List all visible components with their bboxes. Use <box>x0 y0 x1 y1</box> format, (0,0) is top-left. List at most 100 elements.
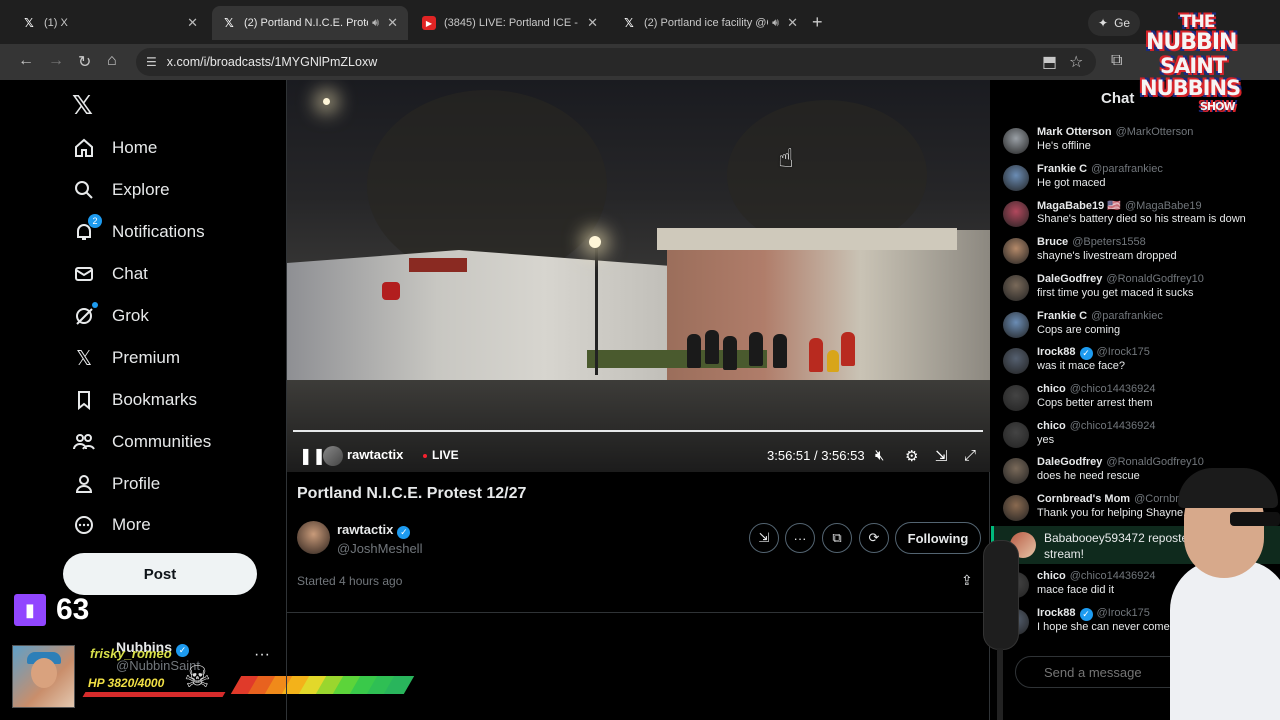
chat-avatar[interactable] <box>1003 495 1029 521</box>
chat-avatar[interactable] <box>1003 421 1029 448</box>
close-tab-icon[interactable]: ✕ <box>187 15 198 31</box>
show-logo: THE NUBBIN SAINT NUBBINS SHOW <box>1140 12 1241 113</box>
account-more-icon[interactable]: ··· <box>254 646 270 664</box>
browser-tab-3[interactable]: ▶ (3845) LIVE: Portland ICE - Dece ✕ <box>412 6 608 40</box>
video-controls: ❚❚ rawtactix LIVE 3:56:51 / 3:56:53 🔇︎ ⚙… <box>287 438 990 472</box>
bookmark-icon <box>72 388 96 412</box>
notification-badge: 2 <box>88 214 102 228</box>
pause-icon[interactable]: ❚❚ <box>299 446 326 466</box>
sidebar-item-label: More <box>112 515 151 534</box>
host-name[interactable]: rawtactix ✓ <box>337 522 411 539</box>
overlay-streamer-name: frisky_romeo <box>90 646 172 661</box>
sidebar-item-label: Explore <box>112 180 170 199</box>
new-tab-button[interactable]: + <box>812 12 823 33</box>
x-icon: 𝕏 <box>624 16 634 30</box>
broadcaster-avatar[interactable] <box>323 446 343 466</box>
sidebar-item-notifications[interactable]: 2 Notifications <box>72 214 205 246</box>
mail-icon <box>72 262 96 286</box>
browser-tab-4[interactable]: 𝕏 (2) Portland ice facility @Ch 🔊︎ ✕ <box>612 6 808 40</box>
following-button[interactable]: Following <box>895 522 981 554</box>
verified-icon: ✓ <box>1079 607 1093 621</box>
notify-icon[interactable]: ⟳ <box>859 523 889 553</box>
chat-message: chico @chico14436924 Cops better arrest th… <box>1003 383 1273 417</box>
host-handle[interactable]: @JoshMeshell <box>337 541 422 556</box>
reload-icon[interactable]: ↻ <box>78 52 91 72</box>
dock-icon[interactable]: ⇲ <box>935 447 948 465</box>
back-arrow-icon[interactable]: ← <box>18 52 34 70</box>
browser-tabstrip: 𝕏 (1) X ✕ 𝕏 (2) Portland N.I.C.E. Protes… <box>0 0 1280 44</box>
sparkle-icon: ✦ <box>1098 16 1109 30</box>
people-icon <box>72 430 96 454</box>
install-app-icon[interactable]: ⬒ <box>1042 52 1057 72</box>
sidebar-item-communities[interactable]: Communities <box>72 428 211 456</box>
more-circle-icon <box>72 513 96 537</box>
sidebar-item-label: Chat <box>112 264 148 283</box>
browser-toolbar: ← → ↻ ⌂ ☰ x.com/i/broadcasts/1MYGNlPmZLo… <box>0 44 1280 80</box>
chat-message-text: Cops are coming <box>1037 323 1121 336</box>
more-options-icon[interactable]: ··· <box>785 523 815 553</box>
chat-message: Irock88 ✓ @Irock175 was it mace face? <box>1003 346 1273 380</box>
chat-avatar[interactable] <box>1003 348 1029 375</box>
chat-avatar[interactable] <box>1003 238 1029 265</box>
twitch-viewer-counter: ▮ 63 <box>14 593 89 627</box>
forward-arrow-icon[interactable]: → <box>48 52 64 70</box>
post-button[interactable]: Post <box>63 553 257 595</box>
dock-player-icon[interactable]: ⇲ <box>749 523 779 553</box>
sidebar-item-explore[interactable]: Explore <box>72 176 170 204</box>
stop-sign <box>382 282 400 300</box>
chat-message-text: mace face did it <box>1037 584 1115 596</box>
chat-avatar[interactable] <box>1003 274 1029 301</box>
browser-tab-2[interactable]: 𝕏 (2) Portland N.I.C.E. Protest 🔊︎ ✕ <box>212 6 408 40</box>
search-icon <box>72 178 96 202</box>
share-icon[interactable]: ⇪ <box>961 572 973 589</box>
address-bar[interactable]: ☰ x.com/i/broadcasts/1MYGNlPmZLoxw <box>136 48 1096 76</box>
chat-avatar[interactable] <box>1003 384 1029 411</box>
video-progress-bar[interactable] <box>293 430 984 432</box>
broadcast-title: Portland N.I.C.E. Protest 12/27 <box>297 485 527 502</box>
video-player[interactable]: ❚❚ rawtactix LIVE 3:56:51 / 3:56:53 🔇︎ ⚙… <box>287 80 990 472</box>
chat-avatar[interactable] <box>1003 311 1029 338</box>
fullscreen-icon[interactable]: ⤢ <box>964 447 976 464</box>
chat-message-text: He's offline <box>1037 140 1091 152</box>
bookmark-star-icon[interactable]: ☆ <box>1069 52 1083 72</box>
speaker-icon[interactable]: 🔊︎ <box>772 17 779 30</box>
x-icon: 𝕏 <box>24 16 34 30</box>
x-logo[interactable]: 𝕏 <box>72 90 93 121</box>
chat-avatar[interactable] <box>1003 128 1029 154</box>
microphone <box>975 540 1045 720</box>
chat-message: Mark Otterson @MarkOtterson He's offline <box>1003 126 1273 160</box>
chat-message-text: He got maced <box>1037 176 1106 189</box>
url-text[interactable]: x.com/i/broadcasts/1MYGNlPmZLoxw <box>167 55 377 69</box>
close-tab-icon[interactable]: ✕ <box>787 15 798 31</box>
site-info-icon[interactable]: ☰ <box>146 55 157 69</box>
skull-icon: ☠ <box>184 661 211 694</box>
streamer-avatar <box>12 645 75 708</box>
chat-avatar[interactable] <box>1003 201 1029 228</box>
host-avatar[interactable] <box>297 521 330 554</box>
video-time: 3:56:51 / 3:56:53 <box>767 448 865 463</box>
sidebar-item-more[interactable]: More <box>72 511 151 539</box>
sidebar-item-label: Communities <box>112 432 212 451</box>
sidebar-item-profile[interactable]: Profile <box>72 470 160 498</box>
sidebar-item-grok[interactable]: Grok <box>72 302 149 330</box>
sidebar-item-premium[interactable]: 𝕏 Premium <box>72 344 180 372</box>
sidebar-item-home[interactable]: Home <box>72 134 157 162</box>
chat-avatar[interactable] <box>1003 458 1029 485</box>
home-icon[interactable]: ⌂ <box>107 52 117 70</box>
chat-message-text: first time you get maced it sucks <box>1037 286 1194 299</box>
settings-icon[interactable]: ⚙ <box>905 447 918 465</box>
speaker-icon[interactable]: 🔊︎ <box>372 17 379 30</box>
sidebar-item-chat[interactable]: Chat <box>72 260 148 288</box>
streamer-webcam <box>1160 450 1280 720</box>
verified-icon: ✓ <box>176 644 189 657</box>
chat-avatar[interactable] <box>1003 164 1029 191</box>
extensions-icon[interactable]: ⧉ <box>1111 52 1122 70</box>
browser-tab-1[interactable]: 𝕏 (1) X ✕ <box>12 6 208 40</box>
close-tab-icon[interactable]: ✕ <box>387 15 398 31</box>
mute-icon[interactable]: 🔇︎ <box>875 447 884 464</box>
verified-icon: ✓ <box>1079 347 1093 361</box>
close-tab-icon[interactable]: ✕ <box>587 15 598 31</box>
sidebar-item-bookmarks[interactable]: Bookmarks <box>72 386 197 414</box>
broadcaster-name[interactable]: rawtactix <box>347 447 403 462</box>
picture-in-picture-icon[interactable]: ⧉ <box>822 523 852 553</box>
